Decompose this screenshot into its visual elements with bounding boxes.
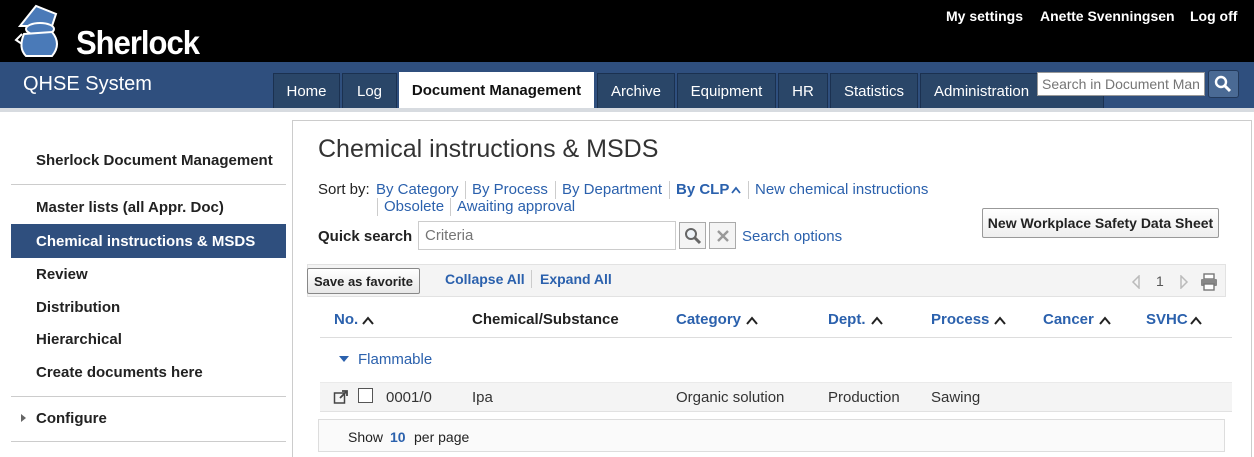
group-toggle-flammable[interactable]: Flammable (320, 344, 432, 374)
sort-asc-icon (994, 316, 1006, 325)
close-icon (716, 229, 729, 242)
pager-show-label: Show (348, 429, 384, 445)
app-title: QHSE System (23, 73, 152, 95)
link-separator (450, 198, 451, 216)
nav-divider (0, 108, 1254, 112)
obsolete-link[interactable]: Obsolete (384, 198, 444, 215)
logo-text: Sherlock (76, 24, 200, 62)
sort-by-clp-link[interactable]: By CLP (676, 181, 729, 198)
open-external-icon[interactable] (333, 389, 349, 405)
previous-page-icon[interactable] (1131, 275, 1141, 289)
cell-process: Sawing (931, 389, 981, 406)
detective-icon (14, 4, 58, 57)
row-checkbox[interactable] (358, 388, 373, 403)
top-bar: Sherlock My settings Anette Svenningsen … (0, 0, 1254, 62)
new-chemical-instructions-link[interactable]: New chemical instructions (755, 181, 928, 198)
sort-asc-icon (1099, 316, 1111, 325)
sidebar-title: Sherlock Document Management (36, 152, 273, 169)
pager-bar: Show 10 per page (318, 419, 1225, 452)
page-number: 1 (1156, 273, 1164, 289)
column-header-category[interactable]: Category (676, 311, 741, 328)
column-header-cancer[interactable]: Cancer (1043, 311, 1094, 328)
next-page-icon[interactable] (1179, 275, 1189, 289)
collapse-all-link[interactable]: Collapse All (445, 271, 525, 287)
sidebar-item-configure[interactable]: Configure (11, 401, 286, 435)
page-size-selector[interactable]: 10 (390, 429, 406, 445)
clear-search-button[interactable] (709, 222, 736, 249)
sidebar-item-master-lists[interactable]: Master lists (all Appr. Doc) (11, 190, 286, 224)
page-title: Chemical instructions & MSDS (318, 135, 659, 163)
sidebar-divider (11, 396, 286, 397)
search-icon (1214, 75, 1232, 93)
save-as-favorite-button[interactable]: Save as favorite (307, 268, 420, 294)
link-separator (555, 181, 556, 199)
link-separator (748, 181, 749, 199)
sort-asc-icon (731, 186, 741, 194)
tab-hr[interactable]: HR (778, 73, 828, 108)
group-label: Flammable (358, 350, 433, 368)
link-separator (377, 198, 378, 216)
sidebar-item-create-documents[interactable]: Create documents here (11, 355, 286, 389)
sidebar-item-review[interactable]: Review (11, 257, 286, 291)
tab-equipment[interactable]: Equipment (677, 73, 776, 108)
link-separator (669, 181, 670, 199)
log-off-link[interactable]: Log off (1190, 8, 1237, 24)
cell-no[interactable]: 0001/0 (386, 389, 432, 406)
search-button[interactable] (1208, 70, 1239, 98)
sort-asc-icon (362, 316, 374, 325)
sort-asc-icon (746, 316, 758, 325)
quick-search-button[interactable] (679, 222, 706, 249)
column-header-svhc[interactable]: SVHC (1146, 311, 1188, 328)
sort-asc-icon (1190, 316, 1202, 325)
caret-down-icon (339, 356, 349, 362)
sort-asc-icon (871, 316, 883, 325)
cell-dept: Production (828, 389, 900, 406)
quick-search-input[interactable] (418, 221, 676, 250)
sidebar-item-chemical-instructions[interactable]: Chemical instructions & MSDS (11, 224, 286, 258)
sort-by-category-link[interactable]: By Category (376, 181, 459, 198)
sidebar-divider (11, 441, 286, 442)
sidebar-item-hierarchical[interactable]: Hierarchical (11, 322, 286, 356)
user-name-link[interactable]: Anette Svenningsen (1040, 8, 1175, 24)
cell-category: Organic solution (676, 389, 785, 406)
column-header-chemical: Chemical/Substance (472, 311, 619, 328)
tab-document-management[interactable]: Document Management (399, 72, 594, 108)
sort-by-label: Sort by: (318, 181, 370, 198)
sidebar-divider (11, 184, 286, 185)
sidebar-item-distribution[interactable]: Distribution (11, 290, 286, 324)
my-settings-link[interactable]: My settings (946, 8, 1023, 24)
print-icon[interactable] (1200, 273, 1218, 291)
pager-per-page-label: per page (414, 429, 470, 445)
link-separator (531, 270, 532, 288)
search-options-link[interactable]: Search options (742, 228, 842, 245)
tab-log[interactable]: Log (342, 73, 397, 108)
magnifier-icon (684, 227, 701, 244)
caret-right-icon (21, 414, 26, 422)
sherlock-logo[interactable]: Sherlock (12, 4, 200, 62)
column-header-process[interactable]: Process (931, 311, 989, 328)
sort-by-process-link[interactable]: By Process (472, 181, 548, 198)
tab-home[interactable]: Home (273, 73, 340, 108)
column-header-no[interactable]: No. (334, 311, 358, 328)
column-header-dept[interactable]: Dept. (828, 311, 866, 328)
new-safety-data-sheet-button[interactable]: New Workplace Safety Data Sheet (982, 208, 1219, 238)
expand-all-link[interactable]: Expand All (540, 271, 612, 287)
tab-archive[interactable]: Archive (597, 73, 675, 108)
link-separator (465, 181, 466, 199)
sidebar-item-label: Configure (36, 409, 107, 427)
document-search-input[interactable] (1037, 72, 1205, 96)
cell-chemical: Ipa (472, 389, 493, 406)
tab-statistics[interactable]: Statistics (830, 73, 918, 108)
quick-search-label: Quick search (318, 228, 413, 245)
header-divider (320, 337, 1232, 338)
awaiting-approval-link[interactable]: Awaiting approval (457, 198, 575, 215)
sort-by-department-link[interactable]: By Department (562, 181, 662, 198)
